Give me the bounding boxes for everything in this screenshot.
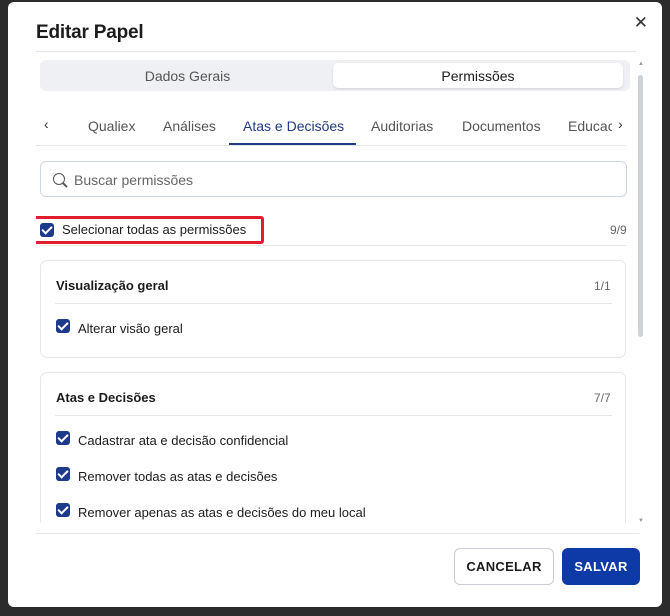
save-button[interactable]: SALVAR	[562, 548, 640, 585]
vertical-scrollbar[interactable]: ▲ ▼	[638, 61, 644, 524]
select-all-label: Selecionar todas as permissões	[62, 222, 247, 237]
permission-checkbox[interactable]	[56, 467, 70, 481]
tab-educacao[interactable]: Educac	[568, 118, 612, 134]
active-tab-indicator	[229, 143, 356, 145]
group-count: 1/1	[594, 279, 611, 293]
scroll-up-icon[interactable]: ▲	[638, 61, 644, 67]
group-divider	[55, 303, 612, 304]
tab-analises[interactable]: Análises	[163, 118, 216, 134]
permission-checkbox[interactable]	[56, 319, 70, 333]
tab-qualiex[interactable]: Qualiex	[88, 118, 135, 134]
permission-checkbox[interactable]	[56, 503, 70, 517]
segmented-control: Dados Gerais Permissões	[40, 60, 630, 91]
permission-label: Remover apenas as atas e decisões do meu…	[78, 505, 366, 520]
permission-tabs: ‹ Qualiex Análises Atas e Decisões Audit…	[36, 108, 626, 146]
search-input[interactable]	[74, 170, 614, 190]
dialog-title: Editar Papel	[36, 22, 144, 43]
group-divider	[55, 415, 612, 416]
chevron-left-icon[interactable]: ‹	[44, 116, 49, 132]
dialog-body: Dados Gerais Permissões ‹ Qualiex Anális…	[36, 51, 636, 523]
tab-atas-e-decisoes[interactable]: Atas e Decisões	[243, 118, 344, 134]
group-atas-e-decisoes: Atas e Decisões 7/7 Cadastrar ata e deci…	[40, 372, 626, 523]
group-title: Atas e Decisões	[56, 390, 156, 405]
segment-general-data[interactable]: Dados Gerais	[43, 63, 332, 88]
segment-permissions[interactable]: Permissões	[333, 63, 623, 88]
permission-label: Alterar visão geral	[78, 321, 183, 336]
permission-label: Remover todas as atas e decisões	[78, 469, 278, 484]
group-count: 7/7	[594, 391, 611, 405]
tab-auditorias[interactable]: Auditorias	[371, 118, 433, 134]
close-icon[interactable]: ✕	[634, 14, 648, 32]
search-icon	[53, 173, 65, 185]
cancel-button[interactable]: CANCELAR	[454, 548, 554, 585]
search-box	[40, 161, 627, 197]
chevron-right-icon[interactable]: ›	[618, 116, 623, 132]
group-title: Visualização geral	[56, 278, 169, 293]
group-visualizacao-geral: Visualização geral 1/1 Alterar visão ger…	[40, 260, 626, 358]
divider	[40, 245, 627, 246]
select-all-count: 9/9	[610, 223, 627, 237]
footer-divider	[36, 533, 639, 534]
select-all-checkbox[interactable]	[40, 223, 54, 237]
scroll-down-icon[interactable]: ▼	[638, 518, 644, 524]
scrollbar-thumb[interactable]	[638, 75, 643, 337]
permission-label: Cadastrar ata e decisão confidencial	[78, 433, 289, 448]
edit-role-dialog: Editar Papel ✕ Dados Gerais Permissões ‹…	[8, 2, 662, 607]
tab-documentos[interactable]: Documentos	[462, 118, 541, 134]
permission-checkbox[interactable]	[56, 431, 70, 445]
